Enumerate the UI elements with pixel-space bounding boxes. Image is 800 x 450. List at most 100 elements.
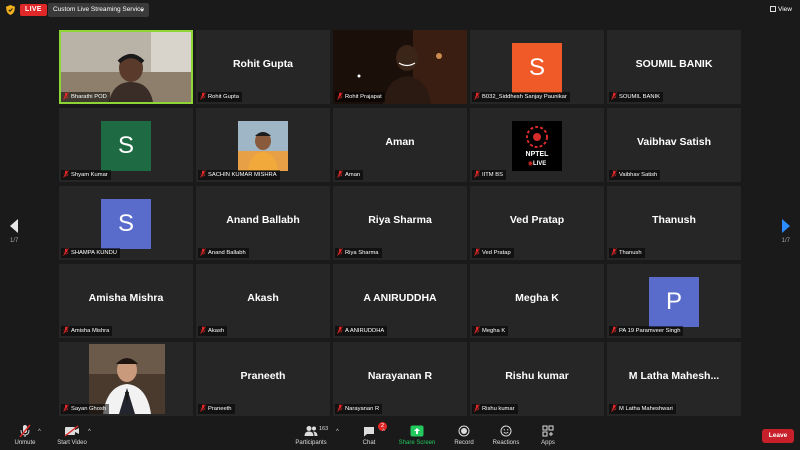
- participant-name-label: Aman: [335, 170, 364, 180]
- participant-display-name: Narayanan R: [367, 370, 433, 382]
- start-video-button[interactable]: Start Video: [54, 424, 90, 446]
- audio-options-chevron-icon[interactable]: ^: [38, 429, 41, 435]
- participant-name-label: SACHIN KUMAR MISHRA: [198, 170, 280, 180]
- participant-display-name: Thanush: [652, 214, 696, 226]
- participant-tile[interactable]: Vaibhav Satish Vaibhav Satish: [607, 108, 741, 182]
- participant-name: B032_Siddhesh Sanjay Paunikar: [482, 94, 567, 100]
- participant-profile-photo: [238, 121, 288, 171]
- participant-name: A ANIRUDDHA: [345, 328, 385, 334]
- participant-tile[interactable]: Praneeth Praneeth: [196, 342, 330, 416]
- chat-label: Chat: [362, 440, 376, 446]
- chat-options-chevron-icon[interactable]: ^: [382, 429, 385, 435]
- participant-display-name: Rishu kumar: [505, 370, 569, 382]
- muted-mic-icon: [474, 404, 482, 412]
- participant-tile[interactable]: Narayanan R Narayanan R: [333, 342, 467, 416]
- avatar-initial: S: [117, 210, 134, 237]
- nptel-logo-text: NPTEL: [525, 151, 549, 158]
- participant-name: M Latha Maheshwari: [619, 406, 673, 412]
- share-screen-button[interactable]: Share Screen: [396, 424, 438, 446]
- participant-name-label: Rishu kumar: [472, 404, 518, 414]
- participant-tile[interactable]: SACHIN KUMAR MISHRA: [196, 108, 330, 182]
- chevron-down-icon: [140, 9, 144, 12]
- muted-mic-icon: [19, 424, 31, 438]
- participant-name: Riya Sharma: [345, 250, 379, 256]
- record-button[interactable]: Record: [450, 424, 478, 446]
- record-label: Record: [454, 440, 474, 446]
- participant-tile[interactable]: Amisha Mishra Amisha Mishra: [59, 264, 193, 338]
- participant-name: Megha K: [482, 328, 506, 334]
- muted-mic-icon: [63, 92, 71, 100]
- participant-name: Aman: [345, 172, 361, 178]
- participant-name: SHAMPA KUNDU: [71, 250, 117, 256]
- muted-mic-icon: [337, 326, 345, 334]
- participant-name-label: SOUMIL BANIK: [609, 92, 664, 102]
- muted-mic-icon: [611, 170, 619, 178]
- next-page-arrow-icon[interactable]: [780, 218, 792, 234]
- muted-mic-icon: [63, 326, 71, 334]
- participant-tile[interactable]: A ANIRUDDHA A ANIRUDDHA: [333, 264, 467, 338]
- video-options-chevron-icon[interactable]: ^: [88, 429, 91, 435]
- participant-grid: Bharathi POD Rohit Gupta Rohit Gupta Rohit …: [59, 30, 741, 419]
- stream-service-dropdown[interactable]: Custom Live Streaming Service: [48, 3, 149, 17]
- participant-tile[interactable]: Thanush Thanush: [607, 186, 741, 260]
- participant-tile[interactable]: SOUMIL BANIK SOUMIL BANIK: [607, 30, 741, 104]
- participant-tile[interactable]: S SHAMPA KUNDU: [59, 186, 193, 260]
- participant-display-name: Riya Sharma: [368, 214, 432, 226]
- muted-mic-icon: [63, 248, 71, 256]
- participant-name: Ved Pratap: [482, 250, 511, 256]
- participant-tile[interactable]: M Latha Mahesh... M Latha Maheshwari: [607, 342, 741, 416]
- apps-button[interactable]: Apps: [536, 424, 560, 446]
- participant-name-label: Rohit Gupta: [198, 92, 242, 102]
- participant-tile[interactable]: NPTEL ◉LIVE IITM BS: [470, 108, 604, 182]
- muted-mic-icon: [337, 404, 345, 412]
- participant-name: Rishu kumar: [482, 406, 515, 412]
- participant-tile[interactable]: S Shyam Kumar: [59, 108, 193, 182]
- reactions-label: Reactions: [492, 440, 520, 446]
- participant-tile[interactable]: Bharathi POD: [59, 30, 193, 104]
- participant-name-label: Ved Pratap: [472, 248, 514, 258]
- participant-name: IITM BS: [482, 172, 503, 178]
- live-badge[interactable]: LIVE: [20, 4, 47, 16]
- view-button[interactable]: View: [770, 4, 792, 15]
- chat-button[interactable]: 2 Chat: [356, 422, 387, 446]
- shield-icon[interactable]: [6, 5, 15, 15]
- participant-name: Praneeth: [208, 406, 232, 412]
- participant-tile[interactable]: Rohit Prajapat: [333, 30, 467, 104]
- participant-tile[interactable]: Rohit Gupta Rohit Gupta: [196, 30, 330, 104]
- muted-mic-icon: [474, 248, 482, 256]
- grid-view-icon: [770, 6, 777, 12]
- muted-mic-icon: [337, 248, 345, 256]
- muted-mic-icon: [337, 170, 345, 178]
- unmute-button[interactable]: Unmute: [10, 424, 40, 446]
- participants-button[interactable]: 163 Participants: [292, 424, 330, 446]
- leave-button[interactable]: Leave: [762, 429, 794, 443]
- participant-display-name: Akash: [247, 292, 279, 304]
- reactions-smiley-icon: [500, 425, 512, 437]
- participant-name: Amisha Mishra: [71, 328, 110, 334]
- participant-tile[interactable]: Ved Pratap Ved Pratap: [470, 186, 604, 260]
- participant-tile[interactable]: Aman Aman: [333, 108, 467, 182]
- participant-name-label: Narayanan R: [335, 404, 383, 414]
- participant-name-label: Shyam Kumar: [61, 170, 111, 180]
- previous-page-arrow-icon[interactable]: [8, 218, 20, 234]
- muted-mic-icon: [337, 92, 345, 100]
- muted-mic-icon: [611, 404, 619, 412]
- participant-tile[interactable]: Akash Akash: [196, 264, 330, 338]
- participant-tile[interactable]: Sayan Ghosh: [59, 342, 193, 416]
- start-video-label: Start Video: [57, 440, 87, 446]
- nptel-emblem-icon: [526, 126, 548, 148]
- muted-mic-icon: [200, 170, 208, 178]
- page-indicator-left: 1/7: [10, 238, 19, 244]
- chat-icon: [364, 426, 374, 436]
- participant-tile[interactable]: S B032_Siddhesh Sanjay Paunikar: [470, 30, 604, 104]
- participant-name: SOUMIL BANIK: [619, 94, 661, 100]
- reactions-button[interactable]: Reactions: [488, 424, 524, 446]
- video-off-icon: [64, 425, 79, 437]
- participant-tile[interactable]: Anand Ballabh Anand Ballabh: [196, 186, 330, 260]
- participant-tile[interactable]: P PA 19 Paramveer Singh: [607, 264, 741, 338]
- participant-name-label: Sayan Ghosh: [61, 404, 110, 414]
- participant-tile[interactable]: Megha K Megha K: [470, 264, 604, 338]
- participant-tile[interactable]: Rishu kumar Rishu kumar: [470, 342, 604, 416]
- participants-options-chevron-icon[interactable]: ^: [336, 429, 339, 435]
- participant-tile[interactable]: Riya Sharma Riya Sharma: [333, 186, 467, 260]
